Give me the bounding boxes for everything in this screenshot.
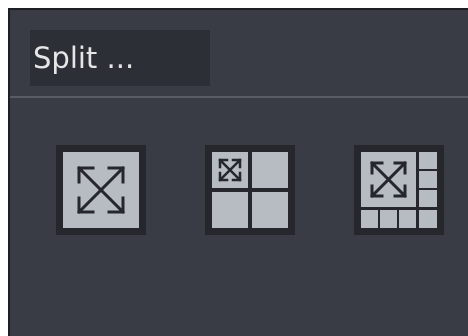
split-8-button[interactable] <box>354 145 444 235</box>
split-1-button[interactable] <box>56 145 146 235</box>
grid-4-icon <box>212 152 288 228</box>
split-4-button[interactable] <box>205 145 295 235</box>
grid-8-icon <box>361 152 437 228</box>
expand-arrows-icon <box>63 152 139 228</box>
divider <box>10 96 468 98</box>
panel-title: Split ... <box>30 30 210 86</box>
split-panel: Split ... <box>8 8 468 336</box>
